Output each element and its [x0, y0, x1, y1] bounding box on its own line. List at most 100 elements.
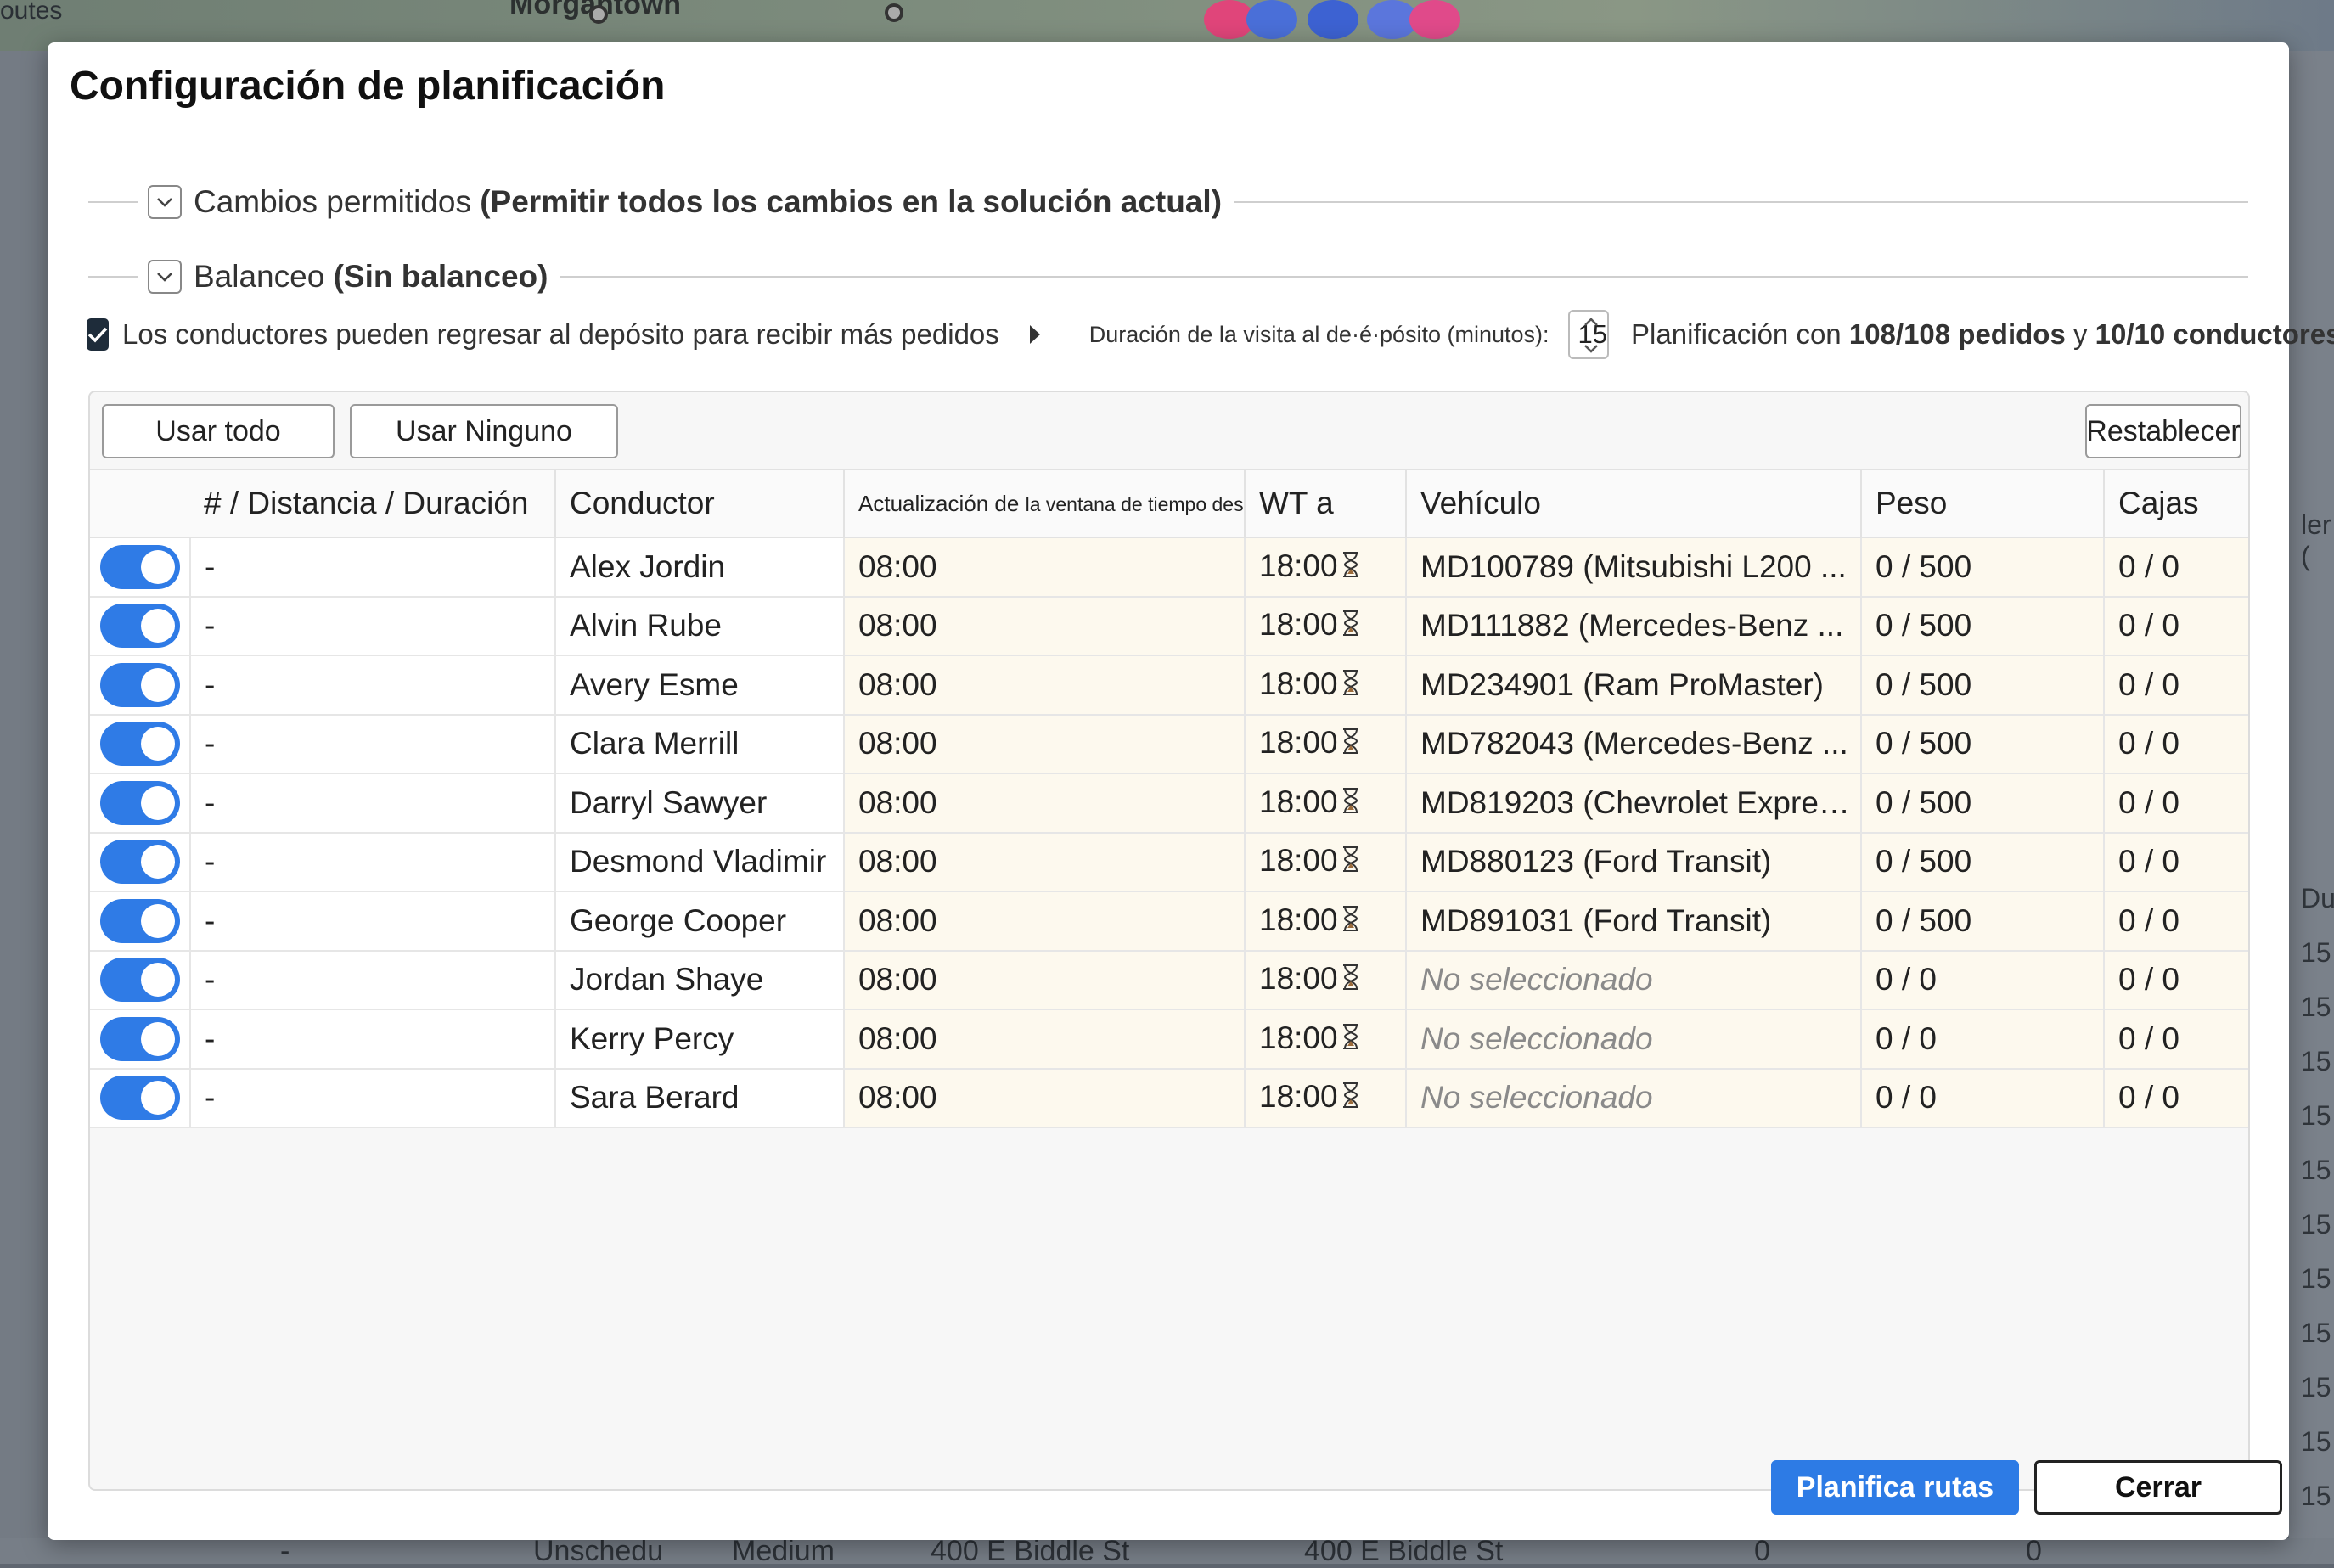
toggle-knob — [141, 1021, 175, 1056]
driver-column-header[interactable]: Conductor — [555, 469, 845, 538]
time-window-from-cell[interactable]: 08:00 — [844, 773, 1246, 834]
chevron-down-icon[interactable] — [1583, 344, 1599, 354]
allowed-changes-section: Cambios permitidos (Permitir todos los c… — [88, 183, 2248, 221]
time-window-from-cell[interactable]: 08:00 — [844, 1009, 1246, 1070]
table-row[interactable]: - Sara Berard 08:00 18:00 No seleccionado 0 /… — [90, 1068, 2248, 1128]
driver-enabled-toggle[interactable] — [100, 958, 180, 1003]
time-window-to-cell[interactable]: 18:00 — [1245, 950, 1407, 1010]
hourglass-icon[interactable] — [1341, 1081, 1360, 1116]
hourglass-icon[interactable] — [1341, 786, 1360, 822]
table-row[interactable]: - Alex Jordin 08:00 18:00 MD100789 (Mitsubis… — [90, 537, 2248, 598]
weight-cell: 0 / 500 — [1861, 891, 2105, 952]
hourglass-icon[interactable] — [1341, 668, 1360, 704]
background-right-header: Du — [2301, 883, 2334, 913]
vehicle-column-header[interactable]: Vehículo — [1406, 469, 1862, 538]
chevron-down-icon[interactable] — [148, 260, 182, 294]
allowed-changes-label[interactable]: Cambios permitidos (Permitir todos los c… — [194, 184, 1222, 220]
table-row[interactable]: - Alvin Rube 08:00 18:00 MD111882 (Mercedes-… — [90, 596, 2248, 656]
chevron-up-icon[interactable] — [1583, 317, 1599, 327]
time-window-to-cell[interactable]: 18:00 — [1245, 596, 1407, 656]
time-window-from-cell[interactable]: 08:00 — [844, 1068, 1246, 1128]
vehicle-cell[interactable]: MD880123 (Ford Transit) — [1406, 832, 1862, 892]
options-row: Los conductores pueden regresar al depós… — [87, 309, 2334, 360]
stepper-arrows[interactable] — [1580, 317, 1602, 354]
table-row[interactable]: - Avery Esme 08:00 18:00 MD234901 (Ram ProMa… — [90, 655, 2248, 716]
driver-enabled-toggle[interactable] — [100, 1016, 180, 1061]
depot-duration-stepper[interactable]: 15 — [1567, 310, 1610, 359]
distance-column-header[interactable]: # / Distancia / Duración — [190, 469, 556, 538]
toggle-knob — [141, 845, 175, 880]
summary-connector: y — [2072, 318, 2088, 350]
reset-button[interactable]: Restablecer — [2085, 404, 2241, 458]
return-to-depot-label[interactable]: Los conductores pueden regresar al depós… — [122, 318, 999, 351]
time-window-to-value: 18:00 — [1259, 607, 1338, 643]
boxes-column-header[interactable]: Cajas — [2104, 469, 2248, 538]
table-row[interactable]: - Darryl Sawyer 08:00 18:00 MD819203 (Chevro… — [90, 773, 2248, 834]
hourglass-icon[interactable] — [1341, 550, 1360, 586]
time-window-from-cell[interactable]: 08:00 — [844, 950, 1246, 1010]
plan-routes-button[interactable]: Planifica rutas — [1771, 1460, 2019, 1515]
boxes-cell: 0 / 0 — [2104, 596, 2248, 656]
hourglass-icon[interactable] — [1341, 904, 1360, 940]
time-window-to-cell[interactable]: 18:00 — [1245, 773, 1407, 834]
hourglass-icon[interactable] — [1341, 963, 1360, 998]
time-window-to-cell[interactable]: 18:00 — [1245, 891, 1407, 952]
table-row[interactable]: - George Cooper 08:00 18:00 MD891031 (Ford T… — [90, 891, 2248, 952]
time-window-to-cell[interactable]: 18:00 — [1245, 832, 1407, 892]
caret-right-icon[interactable] — [1029, 325, 1040, 344]
driver-enabled-toggle[interactable] — [100, 544, 180, 589]
time-window-from-cell[interactable]: 08:00 — [844, 832, 1246, 892]
use-none-button[interactable]: Usar Ninguno — [350, 404, 618, 458]
time-window-from-cell[interactable]: 08:00 — [844, 891, 1246, 952]
time-window-from-cell[interactable]: 08:00 — [844, 537, 1246, 598]
driver-enabled-toggle[interactable] — [100, 840, 180, 885]
driver-enabled-toggle[interactable] — [100, 780, 180, 825]
time-window-from-header[interactable]: Actualización de la ventana de tiempo de… — [844, 469, 1246, 538]
use-all-button[interactable]: Usar todo — [102, 404, 335, 458]
weight-column-header[interactable]: Peso — [1861, 469, 2105, 538]
driver-enabled-toggle[interactable] — [100, 662, 180, 707]
table-row[interactable]: - Desmond Vladimir 08:00 18:00 MD880123 (For… — [90, 832, 2248, 892]
summary-drivers: 10/10 conductores — [2095, 318, 2334, 350]
time-window-to-header[interactable]: WT a — [1245, 469, 1407, 538]
driver-enabled-toggle[interactable] — [100, 722, 180, 767]
vehicle-cell[interactable]: MD819203 (Chevrolet Express) — [1406, 773, 1862, 834]
balancing-label[interactable]: Balanceo (Sin balanceo) — [194, 259, 548, 295]
table-row[interactable]: - Kerry Percy 08:00 18:00 No seleccionado 0 /… — [90, 1009, 2248, 1070]
vehicle-cell[interactable]: MD100789 (Mitsubishi L200 ... — [1406, 537, 1862, 598]
table-row[interactable]: - Clara Merrill 08:00 18:00 MD782043 (Merced… — [90, 714, 2248, 774]
driver-enabled-cell — [90, 655, 191, 716]
return-to-depot-checkbox[interactable] — [87, 318, 109, 351]
toggle-knob — [141, 727, 175, 762]
driver-enabled-toggle[interactable] — [100, 898, 180, 943]
tw-from-header-b: la ventana de tiempo desde — [1025, 492, 1245, 515]
hourglass-icon[interactable] — [1341, 1022, 1360, 1058]
vehicle-cell[interactable]: No seleccionado — [1406, 950, 1862, 1010]
time-window-to-cell[interactable]: 18:00 — [1245, 655, 1407, 716]
driver-enabled-toggle[interactable] — [100, 1076, 180, 1121]
vehicle-cell[interactable]: MD782043 (Mercedes-Benz ... — [1406, 714, 1862, 774]
time-window-to-cell[interactable]: 18:00 — [1245, 537, 1407, 598]
time-window-from-cell[interactable]: 08:00 — [844, 714, 1246, 774]
driver-enabled-toggle[interactable] — [100, 604, 180, 649]
time-window-from-cell[interactable]: 08:00 — [844, 655, 1246, 716]
table-header-row: # / Distancia / Duración Conductor Actua… — [90, 469, 2248, 538]
close-button[interactable]: Cerrar — [2034, 1460, 2282, 1515]
time-window-to-cell[interactable]: 18:00 — [1245, 1068, 1407, 1128]
time-window-to-cell[interactable]: 18:00 — [1245, 1009, 1407, 1070]
driver-enabled-cell — [90, 773, 191, 834]
vehicle-cell[interactable]: MD111882 (Mercedes-Benz ... — [1406, 596, 1862, 656]
table-row[interactable]: - Jordan Shaye 08:00 18:00 No seleccionado 0 … — [90, 950, 2248, 1010]
vehicle-cell[interactable]: No seleccionado — [1406, 1068, 1862, 1128]
hourglass-icon[interactable] — [1341, 845, 1360, 880]
hourglass-icon[interactable] — [1341, 609, 1360, 644]
distance-cell: - — [190, 1009, 556, 1070]
time-window-from-cell[interactable]: 08:00 — [844, 596, 1246, 656]
vehicle-cell[interactable]: MD234901 (Ram ProMaster) — [1406, 655, 1862, 716]
time-window-to-cell[interactable]: 18:00 — [1245, 714, 1407, 774]
vehicle-cell[interactable]: No seleccionado — [1406, 1009, 1862, 1070]
driver-enabled-cell — [90, 1009, 191, 1070]
hourglass-icon[interactable] — [1341, 727, 1360, 762]
chevron-down-icon[interactable] — [148, 185, 182, 219]
vehicle-cell[interactable]: MD891031 (Ford Transit) — [1406, 891, 1862, 952]
